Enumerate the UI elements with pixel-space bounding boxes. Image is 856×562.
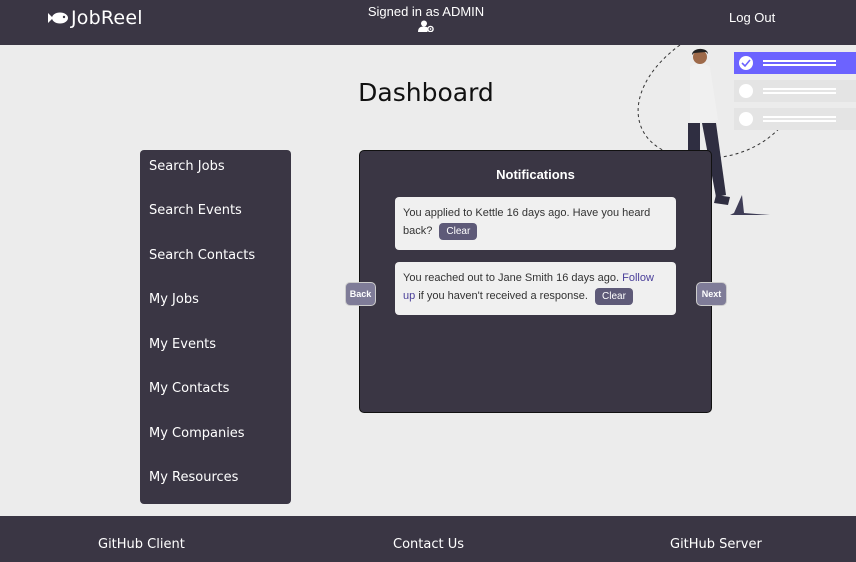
- footer: GitHub Client Contact Us GitHub Server: [0, 516, 856, 562]
- contact-us-link[interactable]: Contact Us: [393, 537, 464, 552]
- signed-in-text: Signed in as ADMIN: [367, 4, 485, 19]
- sidebar-item-my-jobs[interactable]: My Jobs: [149, 292, 199, 307]
- signed-in-status: Signed in as ADMIN: [326, 4, 526, 32]
- brand-name: JobReel: [71, 7, 143, 29]
- notification-text: if you haven't received a response.: [418, 290, 588, 302]
- github-client-link[interactable]: GitHub Client: [98, 537, 185, 552]
- sidebar-item-my-resources[interactable]: My Resources: [149, 470, 238, 485]
- user-gear-icon: [418, 20, 434, 32]
- logout-link[interactable]: Log Out: [729, 10, 775, 25]
- notifications-title: Notifications: [496, 167, 575, 182]
- brand-logo[interactable]: JobReel: [47, 7, 143, 29]
- notification-text: You reached out to Jane Smith 16 days ag…: [403, 272, 620, 284]
- github-server-link[interactable]: GitHub Server: [670, 537, 762, 552]
- sidebar-item-search-jobs[interactable]: Search Jobs: [149, 159, 225, 174]
- back-button[interactable]: Back: [345, 282, 376, 306]
- sidebar: Search Jobs Search Events Search Contact…: [140, 150, 291, 504]
- notifications-panel: Notifications You applied to Kettle 16 d…: [359, 150, 712, 413]
- page-title: Dashboard: [358, 78, 494, 107]
- next-button[interactable]: Next: [696, 282, 727, 306]
- clear-button[interactable]: Clear: [595, 288, 633, 305]
- clear-button[interactable]: Clear: [439, 223, 478, 240]
- top-navbar: JobReel Signed in as ADMIN Log Out: [0, 0, 856, 45]
- fish-icon: [48, 12, 68, 24]
- notification-card: You reached out to Jane Smith 16 days ag…: [395, 262, 676, 315]
- sidebar-item-my-contacts[interactable]: My Contacts: [149, 381, 229, 396]
- sidebar-item-search-contacts[interactable]: Search Contacts: [149, 248, 255, 263]
- sidebar-item-search-events[interactable]: Search Events: [149, 203, 242, 218]
- sidebar-item-my-events[interactable]: My Events: [149, 337, 216, 352]
- sidebar-item-my-companies[interactable]: My Companies: [149, 426, 245, 441]
- notification-card: You applied to Kettle 16 days ago. Have …: [395, 197, 676, 250]
